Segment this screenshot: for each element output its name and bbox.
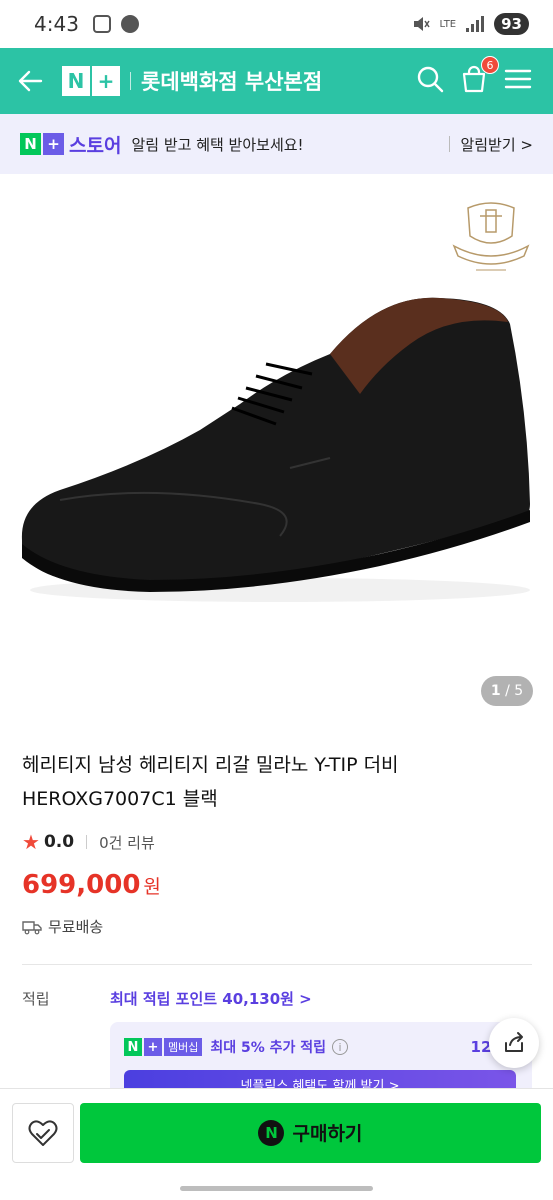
netflix-benefit-button[interactable]: 넷플릭스 혜택도 함께 받기 >	[124, 1070, 516, 1088]
purchase-bar: N 구매하기	[0, 1088, 553, 1176]
price-currency: 원	[143, 876, 161, 898]
notice-message: 알림 받고 혜택 받아보세요!	[131, 135, 304, 154]
logo-plus: +	[92, 66, 120, 96]
network-label: LTE	[439, 18, 457, 30]
store-notice-bar: N + 스토어 알림 받고 혜택 받아보세요! 알림받기 >	[0, 114, 553, 174]
points-label: 적립	[22, 990, 50, 1008]
logo-n: N	[20, 133, 41, 155]
image-counter: 1 / 5	[481, 676, 533, 706]
badge-plus: +	[144, 1038, 162, 1056]
wishlist-button[interactable]	[12, 1102, 74, 1163]
shoe-photo	[21, 297, 531, 602]
share-icon	[505, 1032, 523, 1052]
naver-plus-logo[interactable]: N +	[62, 66, 120, 96]
status-time: 4:43	[34, 12, 79, 36]
section-divider	[22, 964, 532, 965]
app-header: N + 롯데백화점 부산본점 6	[0, 48, 553, 114]
price: 699,000 원	[22, 870, 161, 900]
membership-line: N + 멤버십 최대 5% 추가 적립 i 12,99	[110, 1022, 532, 1072]
badge-text: 멤버십	[164, 1038, 203, 1056]
max-points-link[interactable]: 최대 적립 포인트 40,130원 >	[110, 988, 312, 1009]
notification-icons	[92, 15, 139, 33]
search-button[interactable]	[415, 64, 445, 98]
talk-icon	[120, 15, 139, 33]
logo-n: N	[62, 66, 90, 96]
product-image-gallery[interactable]: 1 / 5	[0, 174, 553, 720]
review-count[interactable]: 0건 리뷰	[99, 832, 155, 853]
buy-button[interactable]: N 구매하기	[79, 1102, 541, 1163]
rating-score: 0.0	[43, 832, 75, 852]
screen-record-icon	[92, 15, 111, 33]
naver-pay-icon: N	[258, 1119, 285, 1146]
battery-indicator: 93	[494, 13, 529, 35]
membership-badge: N + 멤버십	[124, 1038, 203, 1056]
heart-check-icon	[28, 1119, 58, 1146]
home-indicator[interactable]	[180, 1186, 373, 1191]
search-icon	[417, 66, 444, 93]
status-bar: 4:43 LTE 93	[0, 0, 553, 48]
membership-label: 최대 5% 추가 적립	[210, 1040, 327, 1056]
hamburger-menu-icon	[504, 69, 532, 89]
product-title: 헤리티지 남성 헤리티지 리갈 밀라노 Y-TIP 더비 HEROXG7007C…	[22, 754, 399, 810]
badge-n: N	[124, 1038, 142, 1056]
shipping-label: 무료배송	[48, 918, 104, 936]
naver-plus-store-logo: N +	[20, 133, 64, 155]
star-icon: ★	[22, 830, 40, 854]
header-actions: 6	[415, 56, 553, 98]
status-right: LTE 93	[412, 13, 529, 35]
rating-row[interactable]: ★ 0.0 0건 리뷰	[22, 830, 155, 854]
signal-icon	[466, 16, 485, 32]
header-divider	[130, 72, 131, 90]
image-current: 1	[490, 683, 501, 699]
alarm-subscribe-link[interactable]: 알림받기 >	[460, 134, 533, 155]
share-button[interactable]	[489, 1018, 539, 1068]
store-word: 스토어	[69, 134, 122, 157]
notice-divider	[449, 136, 451, 152]
cart-button[interactable]: 6	[459, 56, 499, 98]
shipping-info: 무료배송	[22, 916, 103, 937]
store-name[interactable]: 롯데백화점 부산본점	[141, 66, 322, 96]
points-row: 적립 최대 적립 포인트 40,130원 >	[22, 988, 532, 1009]
truck-icon	[22, 920, 42, 934]
buy-label: 구매하기	[292, 1123, 363, 1145]
back-button[interactable]	[0, 48, 60, 114]
logo-plus: +	[43, 133, 64, 155]
menu-button[interactable]	[503, 64, 533, 98]
membership-benefit-box: N + 멤버십 최대 5% 추가 적립 i 12,99 넷플릭스 혜택도 함께 …	[110, 1022, 532, 1088]
image-total: / 5	[505, 683, 524, 699]
price-amount: 699,000	[22, 870, 141, 900]
mute-icon	[413, 17, 430, 31]
arrow-left-icon	[18, 70, 43, 92]
info-icon[interactable]: i	[332, 1039, 349, 1055]
cart-count-badge: 6	[481, 56, 499, 74]
rating-divider	[86, 835, 88, 849]
